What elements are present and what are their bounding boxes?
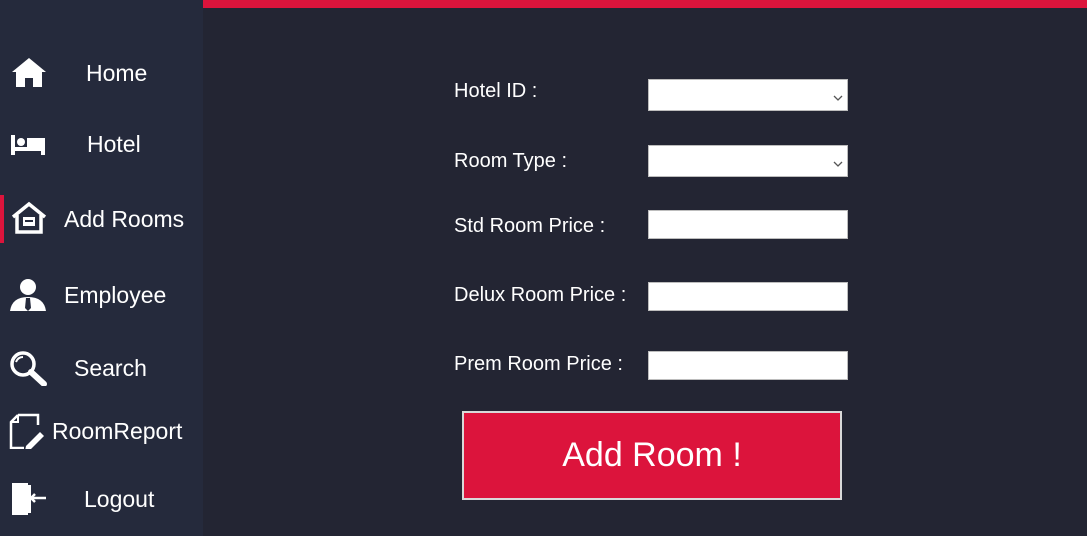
active-indicator bbox=[0, 195, 4, 243]
sidebar-item-add-rooms[interactable]: Add Rooms bbox=[0, 191, 203, 247]
sidebar-item-label: Search bbox=[74, 355, 147, 381]
sidebar: Home Hotel Add Rooms Employee Search Roo… bbox=[0, 0, 203, 536]
sidebar-item-label: Hotel bbox=[87, 131, 141, 157]
room-type-label: Room Type : bbox=[454, 150, 568, 172]
sidebar-item-home[interactable]: Home bbox=[0, 45, 203, 101]
sidebar-item-label: Home bbox=[86, 60, 148, 86]
logout-icon bbox=[8, 481, 48, 517]
sidebar-item-employee[interactable]: Employee bbox=[0, 267, 203, 323]
chevron-down-icon bbox=[833, 156, 843, 167]
sidebar-item-label: RoomReport bbox=[52, 418, 183, 444]
bed-icon bbox=[8, 126, 48, 162]
home-icon bbox=[8, 55, 48, 91]
employee-icon bbox=[8, 277, 48, 313]
std-room-price-label: Std Room Price : bbox=[454, 215, 606, 237]
sidebar-item-label: Add Rooms bbox=[64, 206, 185, 232]
delux-room-price-input[interactable] bbox=[648, 282, 848, 311]
search-icon bbox=[8, 350, 48, 387]
room-type-select[interactable] bbox=[648, 145, 848, 177]
chevron-down-icon bbox=[833, 90, 843, 101]
sidebar-item-roomreport[interactable]: RoomReport bbox=[0, 403, 203, 459]
report-edit-icon bbox=[8, 413, 48, 451]
sidebar-item-label: Logout bbox=[84, 486, 155, 512]
prem-room-price-label: Prem Room Price : bbox=[454, 353, 623, 375]
prem-room-price-input[interactable] bbox=[648, 351, 848, 380]
sidebar-item-label: Employee bbox=[64, 282, 167, 308]
add-room-button[interactable]: Add Room ! bbox=[462, 411, 842, 500]
top-accent-bar bbox=[203, 0, 1087, 8]
house-icon bbox=[8, 201, 48, 237]
sidebar-item-logout[interactable]: Logout bbox=[0, 471, 203, 527]
delux-room-price-label: Delux Room Price : bbox=[454, 284, 627, 306]
sidebar-item-search[interactable]: Search bbox=[0, 340, 203, 396]
std-room-price-input[interactable] bbox=[648, 210, 848, 239]
sidebar-item-hotel[interactable]: Hotel bbox=[0, 116, 203, 172]
hotel-id-select[interactable] bbox=[648, 79, 848, 111]
hotel-id-label: Hotel ID : bbox=[454, 80, 538, 102]
